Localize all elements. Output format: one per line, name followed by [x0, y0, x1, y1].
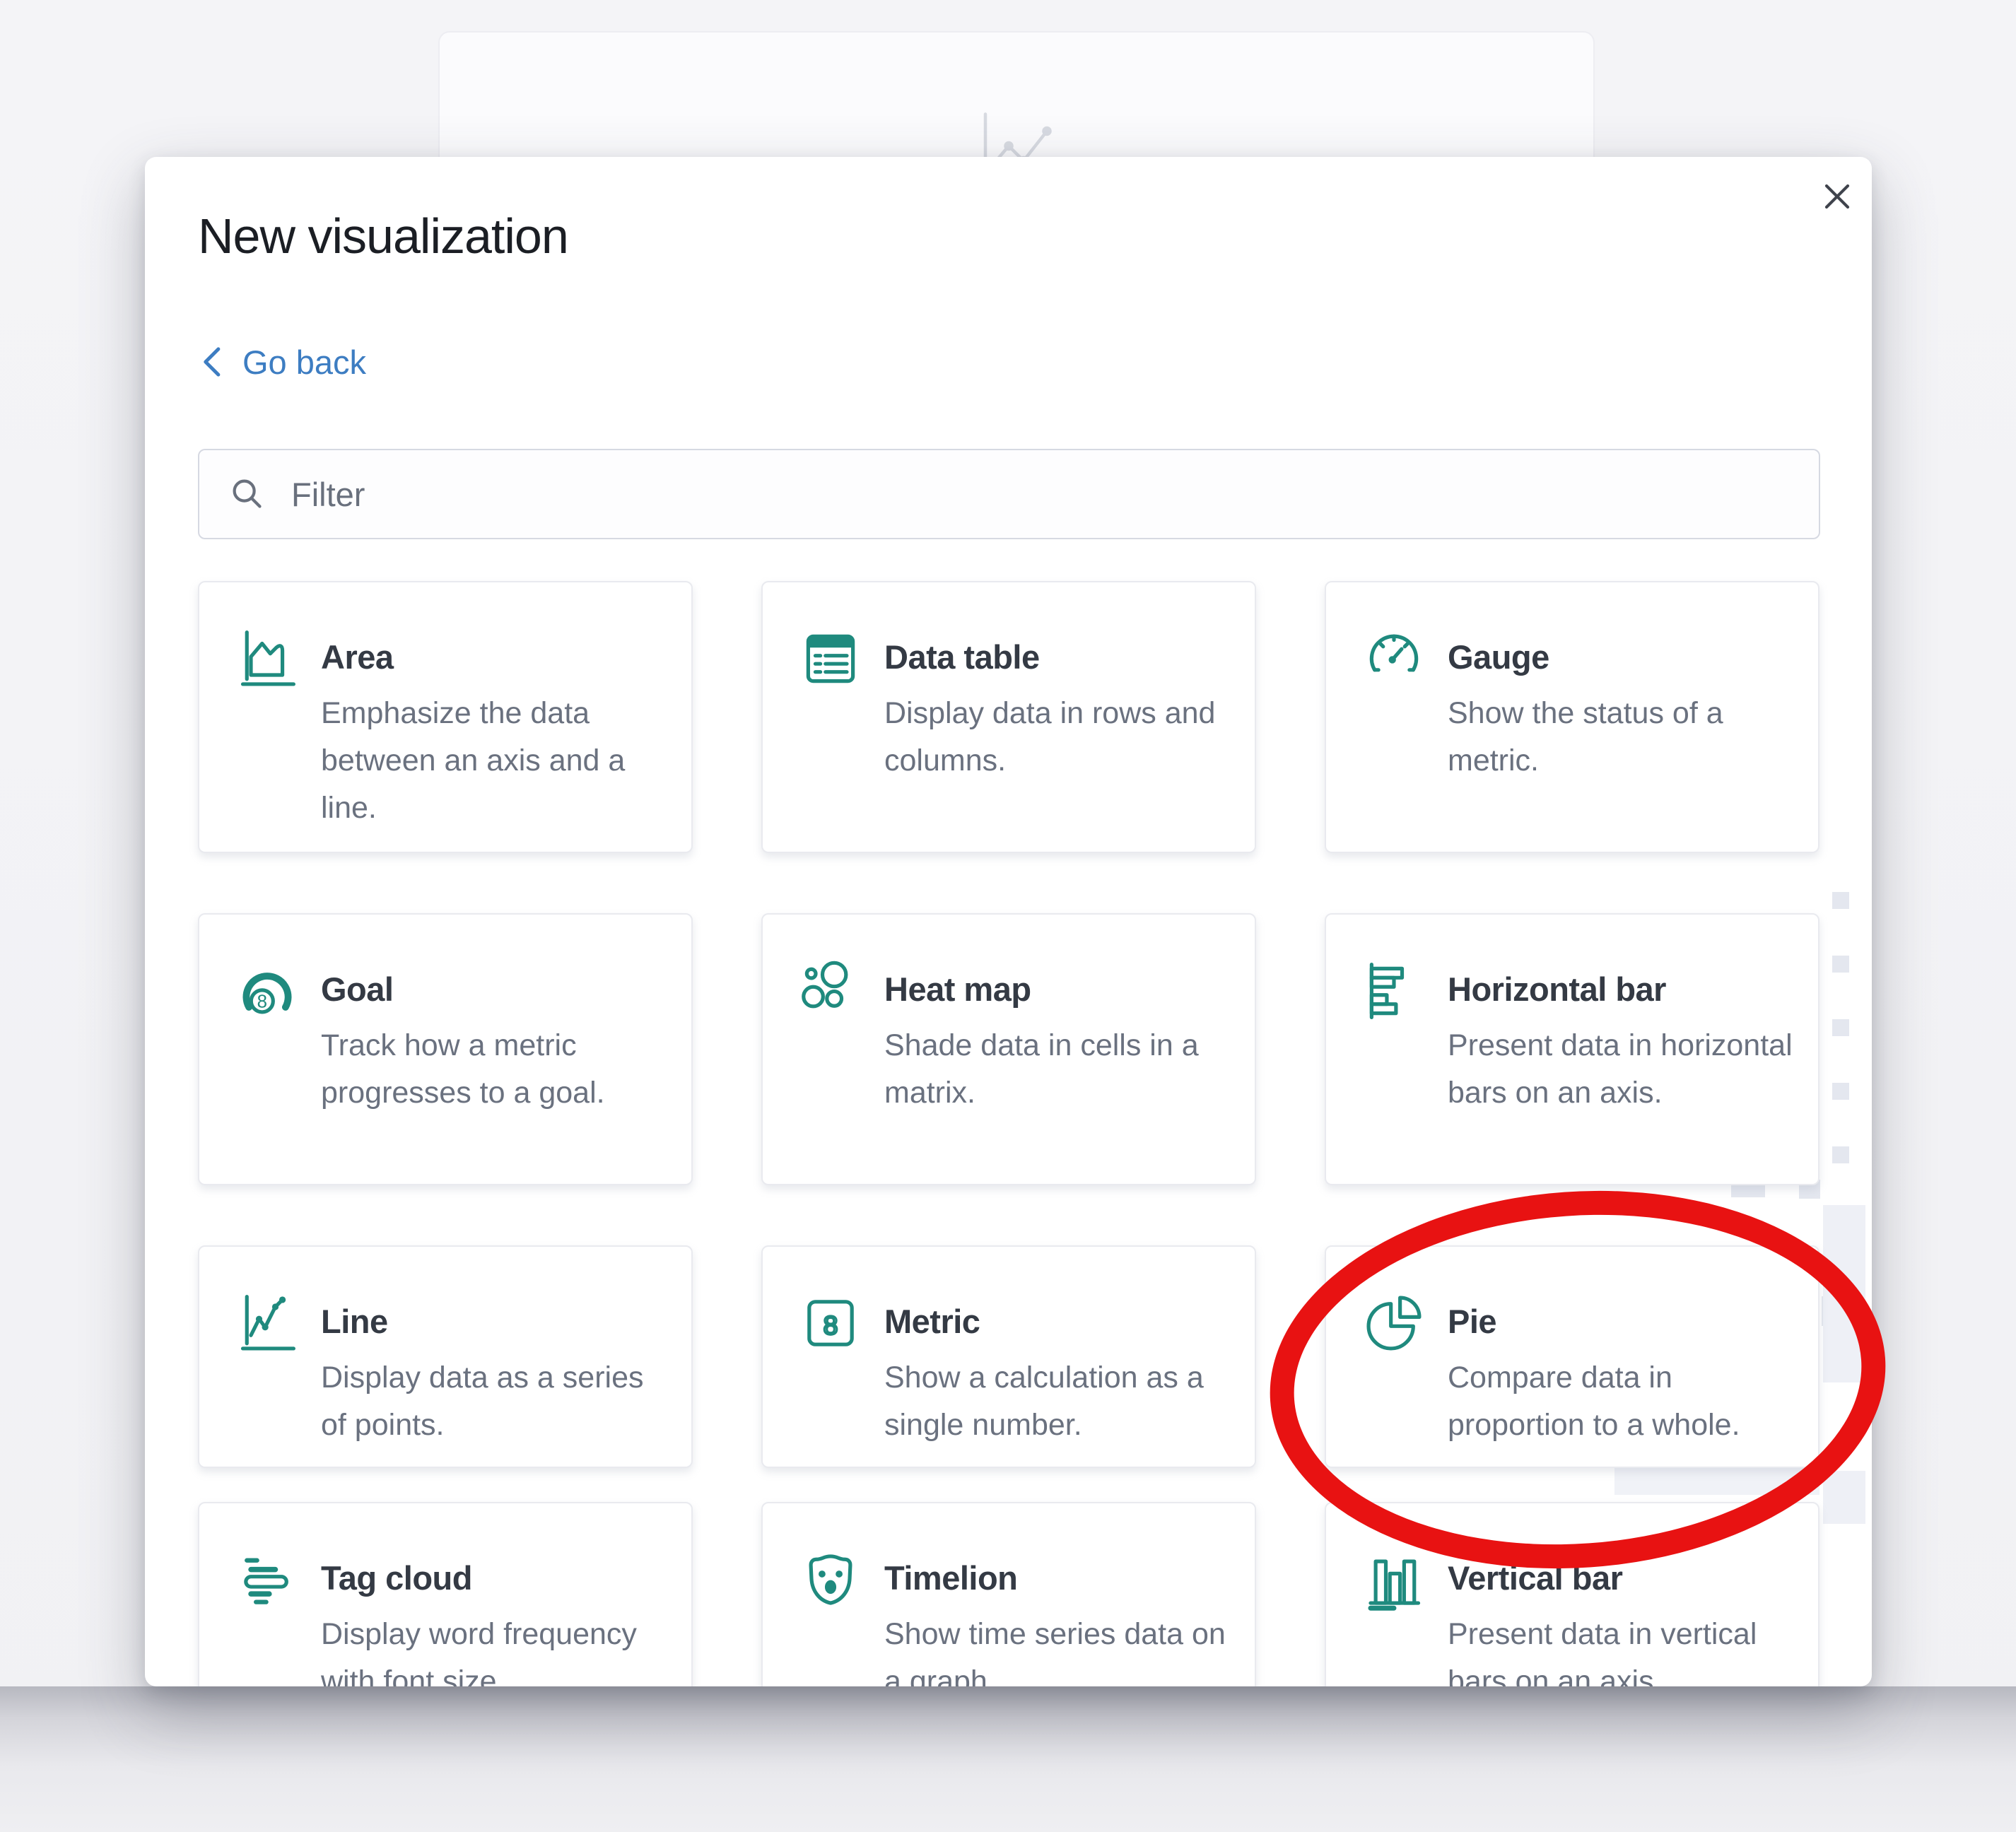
card-area[interactable]: Area Emphasize the data between an axis …: [198, 581, 693, 853]
card-pie[interactable]: Pie Compare data in proportion to a whol…: [1325, 1245, 1819, 1468]
card-tag-cloud[interactable]: Tag cloud Display word frequency with fo…: [198, 1502, 693, 1686]
gauge-icon: [1361, 626, 1426, 691]
go-back-label: Go back: [242, 343, 366, 382]
card-line[interactable]: Line Display data as a series of points.: [198, 1245, 693, 1468]
heat-map-icon: [798, 958, 863, 1023]
page-gradient-band: [0, 1686, 2016, 1832]
search-icon: [228, 474, 267, 514]
line-chart-icon: [235, 1291, 300, 1356]
data-table-icon: [798, 626, 863, 691]
close-icon[interactable]: [1816, 175, 1858, 218]
card-horizontal-bar[interactable]: Horizontal bar Present data in horizonta…: [1325, 913, 1819, 1185]
chevron-left-icon: [196, 342, 227, 382]
page: New visualization Go back: [0, 0, 2016, 1832]
new-visualization-modal: New visualization Go back: [145, 157, 1872, 1686]
pie-chart-icon: [1361, 1291, 1426, 1356]
svg-text:8: 8: [824, 1310, 838, 1340]
metric-icon: 8: [798, 1291, 863, 1356]
goal-icon: 8: [235, 958, 300, 1023]
filter-input[interactable]: [267, 450, 1819, 539]
horizontal-bar-icon: [1361, 958, 1426, 1023]
modal-title: New visualization: [198, 208, 568, 264]
go-back-link[interactable]: Go back: [196, 342, 366, 382]
card-gauge[interactable]: Gauge Show the status of a metric.: [1325, 581, 1819, 853]
card-heat-map[interactable]: Heat map Shade data in cells in a matrix…: [761, 913, 1256, 1185]
timelion-icon: [798, 1547, 863, 1612]
vertical-bar-icon: [1361, 1547, 1426, 1612]
tag-cloud-icon: [235, 1547, 300, 1612]
card-goal[interactable]: 8 Goal Track how a metric progresses to …: [198, 913, 693, 1185]
svg-text:8: 8: [257, 992, 267, 1012]
card-data-table[interactable]: Data table Display data in rows and colu…: [761, 581, 1256, 853]
card-metric[interactable]: 8 Metric Show a calculation as a single …: [761, 1245, 1256, 1468]
filter-search-box: [198, 449, 1820, 539]
card-vertical-bar[interactable]: Vertical bar Present data in vertical ba…: [1325, 1502, 1819, 1686]
card-timelion[interactable]: Timelion Show time series data on a grap…: [761, 1502, 1256, 1686]
area-chart-icon: [235, 626, 300, 691]
